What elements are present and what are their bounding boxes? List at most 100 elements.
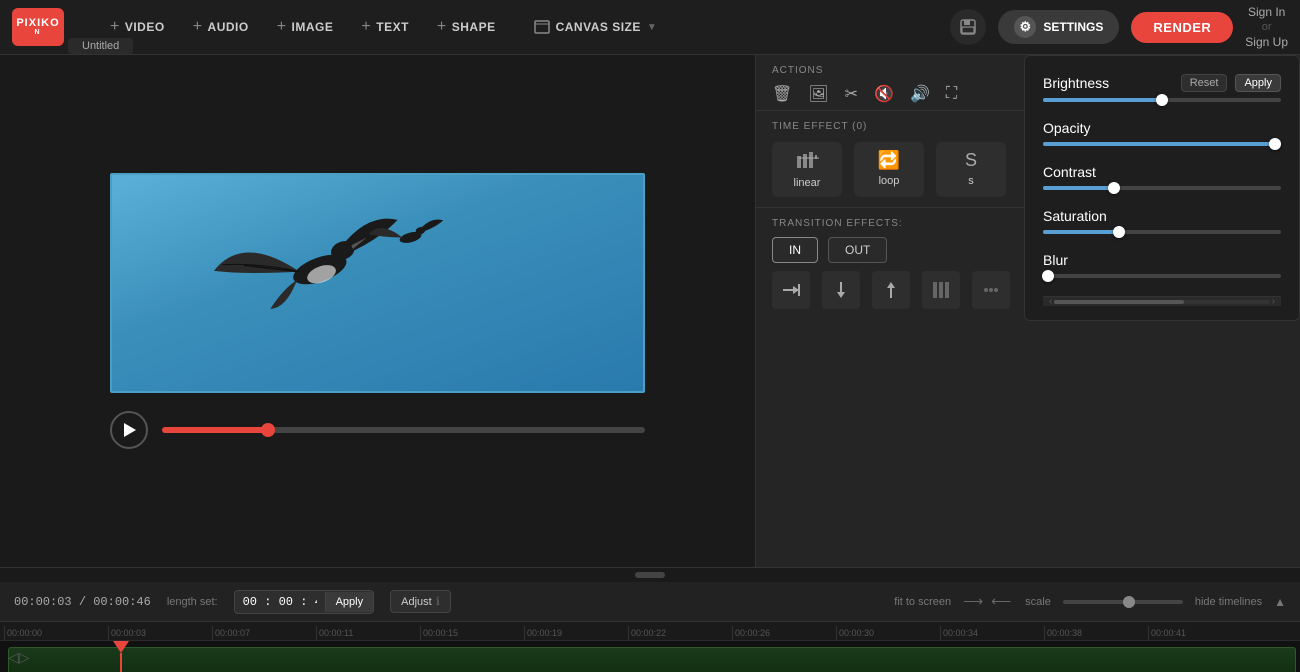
ruler-tick-10: 00:00:38 xyxy=(1044,626,1148,640)
contrast-slider[interactable] xyxy=(1043,186,1281,190)
plus-icon: + xyxy=(437,18,447,36)
adjust-label: Adjust xyxy=(401,596,432,608)
timeline-track-area: 00:00:00 00:00:03 00:00:07 00:00:11 00:0… xyxy=(0,622,1300,672)
volume-icon[interactable]: 🔊 xyxy=(910,84,930,104)
adjust-button[interactable]: Adjust ℹ xyxy=(390,590,451,613)
nav-text-label: TEXT xyxy=(376,20,409,34)
brightness-controls: Reset Apply xyxy=(1181,74,1281,92)
cut-icon[interactable]: ✂ xyxy=(845,84,858,104)
fit-screen-label[interactable]: fit to screen xyxy=(894,596,951,608)
transition-in-button[interactable]: IN xyxy=(772,237,818,263)
project-name[interactable]: Untitled xyxy=(68,38,133,54)
logo-area: PIXIKO N Untitled xyxy=(12,8,64,46)
brightness-reset-button[interactable]: Reset xyxy=(1181,74,1228,92)
brightness-header: Brightness Reset Apply xyxy=(1043,74,1281,92)
progress-bar[interactable] xyxy=(162,427,645,433)
ruler-tick-9: 00:00:34 xyxy=(940,626,1044,640)
transition-icon-4[interactable] xyxy=(972,271,1010,309)
plus-icon: + xyxy=(361,18,371,36)
info-icon: ℹ xyxy=(436,595,440,608)
contrast-label: Contrast xyxy=(1043,164,1096,180)
current-time-display: 00:00:03 / 00:00:46 xyxy=(14,595,151,609)
chevron-up-icon: ▲ xyxy=(1274,595,1286,609)
play-button[interactable] xyxy=(110,411,148,449)
timeline-controls: 00:00:03 / 00:00:46 length set: Apply Ad… xyxy=(0,582,1300,622)
delete-icon[interactable]: 🗑 xyxy=(772,84,792,104)
save-button[interactable] xyxy=(950,9,986,45)
linear-label: linear xyxy=(794,177,821,189)
ruler-tick-2: 00:00:07 xyxy=(212,626,316,640)
scroll-fill xyxy=(1054,300,1183,304)
plus-icon: + xyxy=(110,18,120,36)
saturation-label: Saturation xyxy=(1043,208,1107,224)
hide-timelines-button[interactable]: hide timelines xyxy=(1195,596,1262,608)
nav-image-label: IMAGE xyxy=(292,20,334,34)
transition-out-button[interactable]: OUT xyxy=(828,237,887,263)
scale-slider[interactable] xyxy=(1063,600,1183,604)
effect-linear[interactable]: linear xyxy=(772,142,842,197)
length-input[interactable] xyxy=(235,591,325,613)
scroll-right-arrow[interactable]: › xyxy=(1270,296,1277,307)
nav-audio[interactable]: + AUDIO xyxy=(181,12,261,42)
or-text: or xyxy=(1262,21,1272,33)
loop-label: loop xyxy=(879,175,900,187)
preview-area xyxy=(0,55,755,567)
blur-slider[interactable] xyxy=(1043,274,1281,278)
contrast-thumb xyxy=(1108,182,1120,194)
sign-in-link[interactable]: Sign In xyxy=(1248,5,1285,19)
total-time: 00:00:46 xyxy=(93,595,151,609)
opacity-row: Opacity xyxy=(1043,120,1281,146)
panel-scrollbar[interactable]: ‹ › xyxy=(1043,296,1281,306)
nav-items: + VIDEO + AUDIO + IMAGE + TEXT + SHAPE C… xyxy=(98,12,950,42)
brightness-row: Brightness Reset Apply xyxy=(1043,74,1281,102)
effect-loop[interactable]: 🔁 loop xyxy=(854,142,924,197)
opacity-slider[interactable] xyxy=(1043,142,1281,146)
sign-up-link[interactable]: Sign Up xyxy=(1245,35,1288,49)
blur-thumb xyxy=(1042,270,1054,282)
effect-speed[interactable]: S s xyxy=(936,142,1006,197)
timeline-tool-icon[interactable]: ◁▷ xyxy=(8,649,30,666)
ruler-tick-5: 00:00:19 xyxy=(524,626,628,640)
drag-handle[interactable] xyxy=(0,568,1300,582)
save-icon xyxy=(959,18,977,36)
right-panel: ACTIONS 🗑 🖼 ✂ 🔇 🔊 ⛶ TIME EFFECT (0) xyxy=(755,55,1300,567)
saturation-fill xyxy=(1043,230,1119,234)
saturation-slider[interactable] xyxy=(1043,230,1281,234)
render-button[interactable]: RENDER xyxy=(1131,12,1233,43)
saturation-header: Saturation xyxy=(1043,208,1281,224)
brightness-label: Brightness xyxy=(1043,75,1109,91)
apply-length-button[interactable]: Apply xyxy=(325,592,374,612)
slide-up-icon xyxy=(881,280,901,300)
transition-icon-3[interactable] xyxy=(922,271,960,309)
chevron-down-icon: ▼ xyxy=(647,22,657,33)
progress-thumb xyxy=(261,423,275,437)
contrast-header: Contrast xyxy=(1043,164,1281,180)
settings-button[interactable]: ⚙ SETTINGS xyxy=(998,10,1119,44)
nav-right: ⚙ SETTINGS RENDER Sign In or Sign Up xyxy=(950,5,1288,49)
video-frame xyxy=(110,173,645,393)
settings-label: SETTINGS xyxy=(1043,20,1103,34)
transition-icon-1[interactable] xyxy=(822,271,860,309)
brightness-apply-button[interactable]: Apply xyxy=(1235,74,1281,92)
timeline-tools: ◁▷ xyxy=(0,645,38,670)
nav-shape[interactable]: + SHAPE xyxy=(425,12,508,42)
opacity-thumb xyxy=(1269,138,1281,150)
saturation-thumb xyxy=(1113,226,1125,238)
scroll-track[interactable] xyxy=(1054,300,1269,304)
brightness-slider[interactable] xyxy=(1043,98,1281,102)
ruler-tick-11: 00:00:41 xyxy=(1148,626,1252,640)
progress-fill xyxy=(162,427,268,433)
mute-icon[interactable]: 🔇 xyxy=(874,84,894,104)
track-clip[interactable] xyxy=(8,647,1296,672)
duplicate-icon[interactable]: 🖼 xyxy=(808,84,828,104)
nav-text[interactable]: + TEXT xyxy=(349,12,421,42)
blur-label: Blur xyxy=(1043,252,1068,268)
plus-icon: + xyxy=(193,18,203,36)
transition-icon-0[interactable] xyxy=(772,271,810,309)
transition-icon-2[interactable] xyxy=(872,271,910,309)
slide-in-icon xyxy=(781,280,801,300)
fullscreen-icon[interactable]: ⛶ xyxy=(946,85,957,103)
scroll-left-arrow[interactable]: ‹ xyxy=(1047,296,1054,307)
nav-image[interactable]: + IMAGE xyxy=(265,12,346,42)
canvas-size-button[interactable]: CANVAS SIZE ▼ xyxy=(520,14,672,40)
